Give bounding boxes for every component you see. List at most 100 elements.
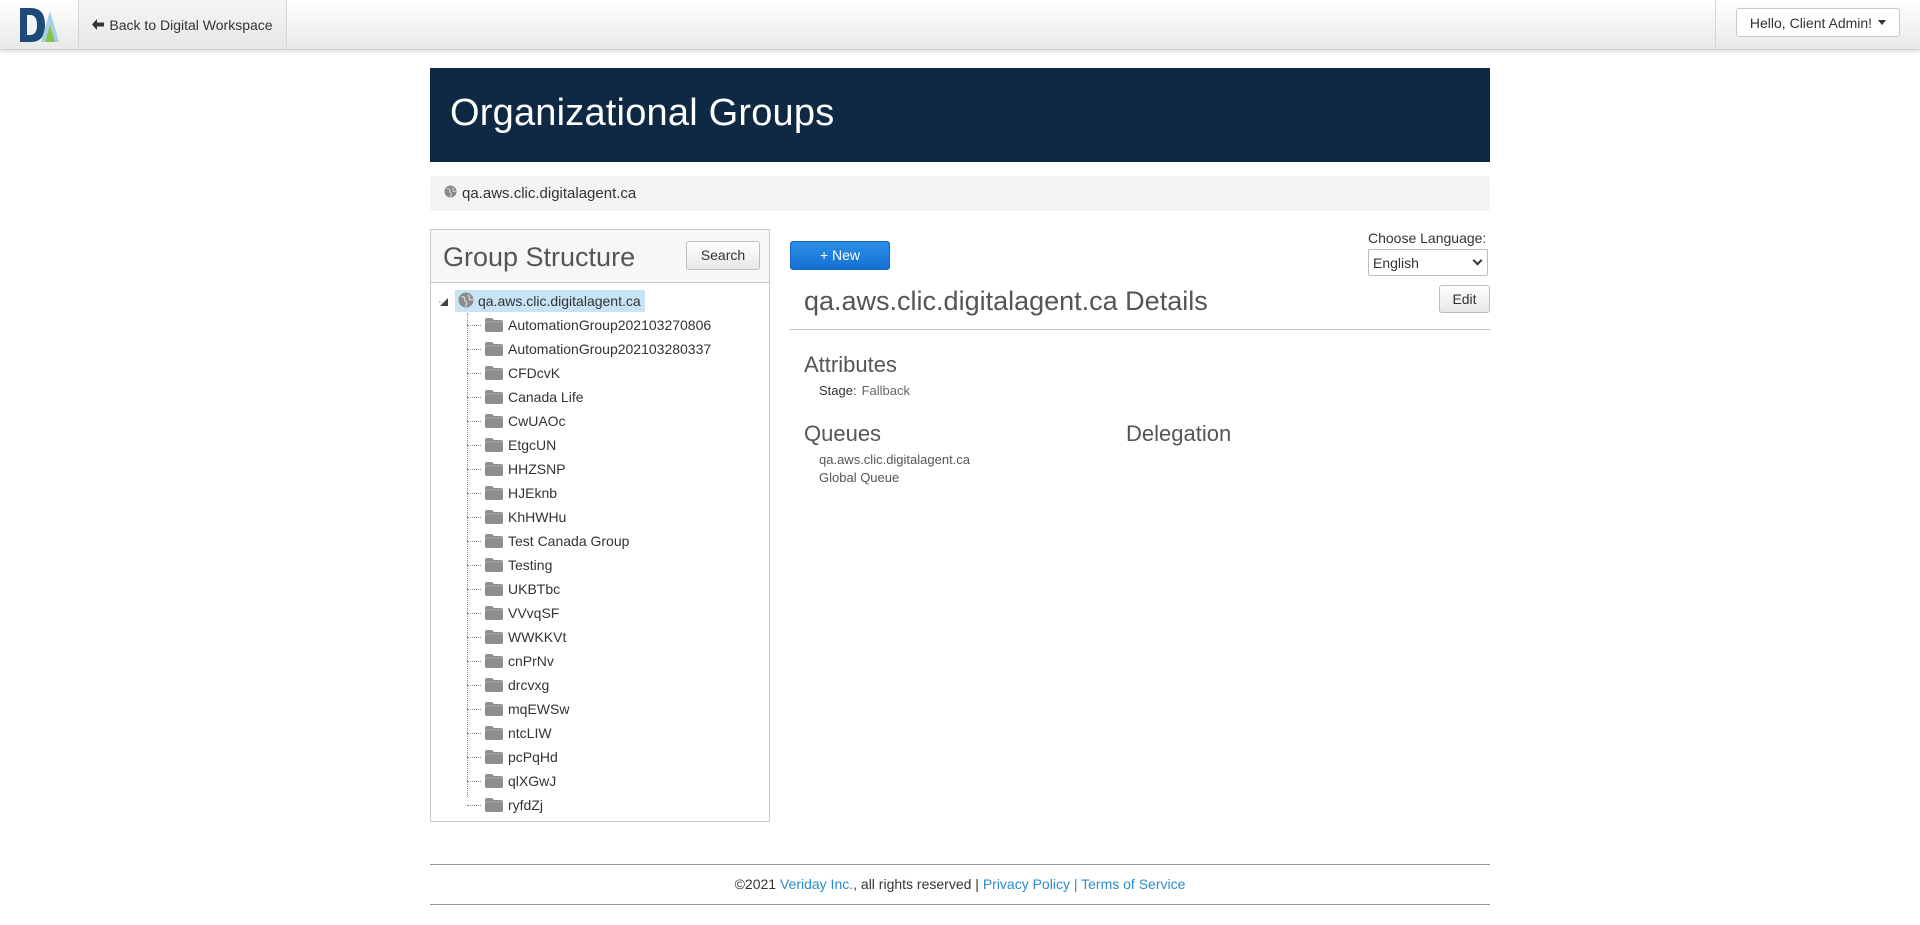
tree-connector [467,420,481,422]
edit-button[interactable]: Edit [1439,285,1490,313]
folder-icon [485,654,503,668]
group-structure-title: Group Structure [443,242,636,272]
tree-item-label: CwUAOc [508,413,566,429]
tree-item[interactable]: Testing [467,554,757,576]
tree-item[interactable]: EtgcUN [467,434,757,456]
tree-connector [467,396,481,398]
tree-item-label: AutomationGroup202103270806 [508,317,712,333]
language-selected: English [1373,254,1419,271]
tree-item-label: CFDcvK [508,365,561,381]
privacy-policy-link[interactable]: Privacy Policy [983,876,1070,892]
tree-connector [467,372,481,374]
arrow-left-icon [92,17,105,33]
tree-item-label: drcvxg [508,677,550,693]
tree-connector [467,636,481,638]
tree-connector [467,732,481,734]
digital-agent-logo[interactable] [0,0,78,49]
tree-item[interactable]: pcPqHd [467,746,757,768]
tree-item-label: WWKKVt [508,629,567,645]
tree-connector [467,516,481,518]
company-link[interactable]: Veriday Inc. [780,876,853,892]
queue-item: Global Queue [819,470,900,485]
tree-item[interactable]: CwUAOc [467,410,757,432]
tree-item[interactable]: ntcLIW [467,722,757,744]
footer-rights: , all rights reserved | [853,876,979,892]
folder-icon [485,582,503,596]
tree-item[interactable]: AutomationGroup202103270806 [467,314,757,336]
breadcrumb-domain[interactable]: qa.aws.clic.digitalagent.ca [462,185,636,202]
tree-item[interactable]: mqEWSw [467,698,757,720]
tree-item[interactable]: UKBTbc [467,578,757,600]
search-button[interactable]: Search [686,241,760,270]
details-divider [790,329,1490,330]
page-title: Organizational Groups [450,92,835,134]
tree-item-label: KhHWHu [508,509,567,525]
chevron-down-icon [1472,255,1483,266]
tree-connector [467,684,481,686]
language-label: Choose Language: [1368,230,1487,246]
tree-item[interactable]: Canada Life [467,386,757,408]
folder-icon [485,702,503,716]
stage-value: Fallback [861,383,911,398]
tree-connector [467,324,481,326]
tree-connector [467,660,481,662]
tree-item-label: mqEWSw [508,701,570,717]
back-link-label: Back to Digital Workspace [109,16,273,33]
tree-item-label: pcPqHd [508,749,558,765]
collapse-icon[interactable] [439,294,449,306]
folder-icon [485,366,503,380]
tree-item[interactable]: Test Canada Group [467,530,757,552]
group-structure-panel: Group Structure Search qa.aws.clic.digit… [430,229,770,822]
tree-item[interactable]: drcvxg [467,674,757,696]
tree-root-node[interactable]: qa.aws.clic.digitalagent.ca [455,290,645,312]
tree-item-label: cnPrNv [508,653,554,669]
folder-icon [485,438,503,452]
delegation-title: Delegation [1126,421,1232,446]
attributes-title: Attributes [804,352,897,377]
tree-item[interactable]: HJEknb [467,482,757,504]
page-header: Organizational Groups [430,68,1490,162]
queue-item: qa.aws.clic.digitalagent.ca [819,452,971,467]
tree-item-label: HHZSNP [508,461,566,477]
folder-icon [485,486,503,500]
tree-item-label: HJEknb [508,485,558,501]
tree-connector [467,708,481,710]
new-group-button[interactable]: + New [790,241,890,270]
folder-icon [485,462,503,476]
tree-item-label: ntcLIW [508,725,552,741]
user-greeting: Hello, Client Admin! [1749,14,1873,31]
tree-root-label: qa.aws.clic.digitalagent.ca [478,293,641,309]
folder-icon [485,726,503,740]
queues-title: Queues [804,421,882,446]
tree-connector [467,468,481,470]
tree-item[interactable]: qlXGwJ [467,770,757,792]
folder-icon [485,750,503,764]
globe-icon [444,185,457,202]
breadcrumb: qa.aws.clic.digitalagent.ca [430,176,1490,211]
folder-icon [485,630,503,644]
tree-connector [467,756,481,758]
folder-icon [485,390,503,404]
tree-item-label: UKBTbc [508,581,561,597]
tree-item[interactable]: WWKKVt [467,626,757,648]
user-menu-button[interactable]: Hello, Client Admin! [1736,8,1900,37]
globe-icon [458,292,474,311]
tree-connector [467,492,481,494]
folder-icon [485,534,503,548]
tree-item[interactable]: VVvqSF [467,602,757,624]
stage-attribute: Stage: Fallback [819,383,910,398]
back-to-workspace-link[interactable]: Back to Digital Workspace [78,0,287,49]
folder-icon [485,774,503,788]
tree-item[interactable]: ryfdZj [467,794,757,816]
footer: ©2021 Veriday Inc., all rights reserved … [430,876,1490,892]
language-select[interactable]: English [1368,249,1488,276]
tree-connector [467,540,481,542]
tree-item[interactable]: AutomationGroup202103280337 [467,338,757,360]
tree-item[interactable]: cnPrNv [467,650,757,672]
tree-item[interactable]: KhHWHu [467,506,757,528]
footer-top-divider [430,864,1490,865]
top-navbar: Back to Digital Workspace Hello, Client … [0,0,1920,50]
tree-item[interactable]: CFDcvK [467,362,757,384]
terms-of-service-link[interactable]: Terms of Service [1081,876,1185,892]
tree-item[interactable]: HHZSNP [467,458,757,480]
